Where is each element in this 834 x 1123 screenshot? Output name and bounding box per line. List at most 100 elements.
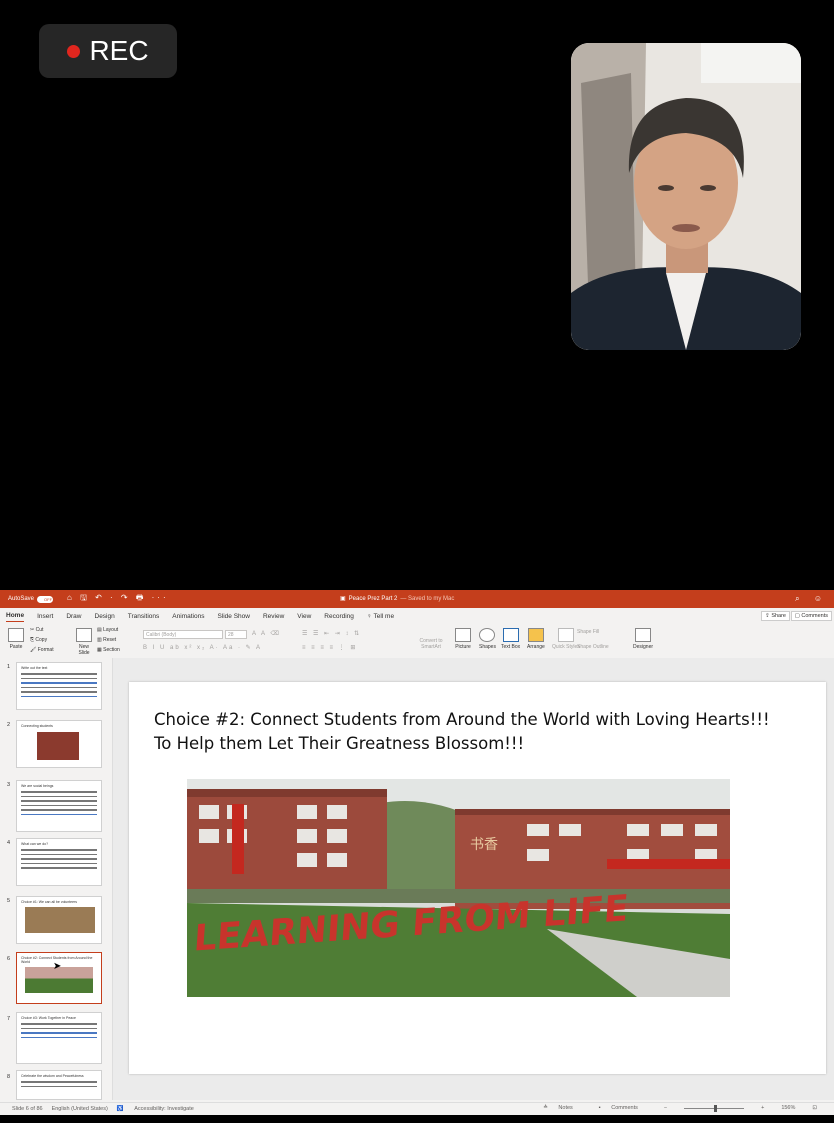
ribbon-tabs: Home Insert Draw Design Transitions Anim… <box>0 608 834 624</box>
section-button[interactable]: ▦ Section <box>97 647 120 653</box>
slide-thumbnail-5[interactable]: Choice #1: We can all be volunteers <box>16 896 102 944</box>
notes-button[interactable]: ≙ Notes <box>543 1105 582 1111</box>
designer-button[interactable]: Designer <box>633 628 653 650</box>
text-formatting-icons[interactable]: B I U ab x² x₂ A· Aa · ✎ A <box>143 644 262 651</box>
font-size-select[interactable]: 28 <box>225 630 247 639</box>
slide-count: Slide 6 of 86 <box>12 1106 43 1112</box>
brush-icon: 🖌 <box>30 647 38 653</box>
participant-video[interactable] <box>571 43 801 350</box>
slide-number: 3 <box>7 782 11 788</box>
slide-thumbnails-pane[interactable]: 1 Write out the text 2 Connecting studen… <box>0 658 113 1100</box>
arrange-button[interactable]: Arrange <box>527 628 545 650</box>
thumbnail-caption: Celebrate the wisdom and Peacefulness <box>21 1074 84 1078</box>
save-status: — Saved to my Mac <box>400 595 455 602</box>
slide-thumbnail-7[interactable]: Choice #3: Work Together in Peace <box>16 1012 102 1064</box>
thumbnail-caption: Write out the text <box>21 666 48 670</box>
convert-smartart-button[interactable]: Convert to SmartArt <box>413 638 449 650</box>
slide-title-line-2[interactable]: To Help them Let Their Greatness Blossom… <box>154 734 524 753</box>
slide-number: 1 <box>7 664 11 670</box>
quick-access-toolbar[interactable]: ⌂ 🖫 ↶ · ↷ 🖶 ··· <box>67 592 169 606</box>
tab-design[interactable]: Design <box>95 611 115 622</box>
tab-draw[interactable]: Draw <box>66 611 81 622</box>
slide-thumbnail-3[interactable]: We are social beings <box>16 780 102 832</box>
autosave-toggle[interactable]: AutoSave OFF <box>8 595 54 603</box>
autosave-label: AutoSave <box>8 596 35 602</box>
quick-styles-button[interactable]: Quick Styles <box>552 628 580 650</box>
slide-thumbnail-2[interactable]: Connecting students <box>16 720 102 768</box>
tab-transitions[interactable]: Transitions <box>128 611 160 622</box>
slide-thumbnail-6[interactable]: Choice #2: Connect Students from Around … <box>16 952 102 1004</box>
font-grow-icons[interactable]: A A ⌫ <box>252 630 281 637</box>
paste-label: Paste <box>9 644 23 650</box>
comments-status-button[interactable]: ▪ Comments <box>599 1105 647 1111</box>
list-formatting-icons[interactable]: ☰ ☰ ⇤ ⇥ ↕ ⇅ <box>302 630 361 637</box>
tab-review[interactable]: Review <box>263 611 284 622</box>
slide-number: 7 <box>7 1016 11 1022</box>
recording-label: REC <box>89 35 149 66</box>
alignment-icons[interactable]: ≡ ≡ ≡ ≡ ⋮ ⊞ <box>302 644 357 651</box>
slide-thumbnail-4[interactable]: What can we do? <box>16 838 102 886</box>
paste-button[interactable]: Paste <box>8 628 24 650</box>
tab-insert[interactable]: Insert <box>37 611 53 622</box>
format-painter-button[interactable]: 🖌 Format <box>30 647 54 653</box>
new-slide-label: New Slide <box>78 644 90 656</box>
thumbnail-caption: What can we do? <box>21 842 49 846</box>
picture-button[interactable]: Picture <box>455 628 471 650</box>
tell-me-search[interactable]: ♀ Tell me <box>367 611 394 622</box>
shape-fill-button[interactable]: Shape Fill <box>577 629 599 635</box>
tab-animations[interactable]: Animations <box>172 611 204 622</box>
reset-button[interactable]: ▥ Reset <box>97 637 116 643</box>
shapes-button[interactable]: Shapes <box>479 628 496 650</box>
zoom-level[interactable]: 156% <box>781 1105 795 1111</box>
recording-indicator: REC <box>39 24 177 78</box>
slide-number: 2 <box>7 722 11 728</box>
thumbnail-photo <box>25 907 95 933</box>
comments-button[interactable]: ▢ Comments <box>790 611 832 621</box>
cut-button[interactable]: ✂ Cut <box>30 627 43 633</box>
layout-button[interactable]: ▤ Layout <box>97 627 118 633</box>
current-slide[interactable]: Choice #2: Connect Students from Around … <box>129 682 826 1074</box>
tab-recording[interactable]: Recording <box>324 611 354 622</box>
shapes-icon <box>479 628 496 642</box>
shapes-label: Shapes <box>479 644 496 650</box>
zoom-out-icon[interactable]: − <box>664 1105 667 1111</box>
record-dot-icon <box>67 44 81 58</box>
copy-button[interactable]: ⎘ Copy <box>30 637 47 643</box>
tab-home[interactable]: Home <box>6 610 25 622</box>
font-name-select[interactable]: Calibri (Body) <box>143 630 223 639</box>
new-slide-button[interactable]: New Slide <box>74 628 94 656</box>
tab-slide-show[interactable]: Slide Show <box>217 611 250 622</box>
designer-label: Designer <box>633 644 654 650</box>
language-indicator[interactable]: English (United States) <box>52 1106 108 1112</box>
slide-thumbnail-1[interactable]: Write out the text <box>16 662 102 710</box>
share-button[interactable]: ⇪ Share <box>761 611 790 621</box>
zoom-slider[interactable] <box>684 1104 745 1112</box>
autosave-switch[interactable]: OFF <box>37 595 54 603</box>
accessibility-icon: ♿ <box>116 1106 126 1112</box>
text-box-button[interactable]: Text Box <box>501 628 520 650</box>
slide-number: 5 <box>7 898 11 904</box>
comments-label: Comments <box>801 613 828 619</box>
cut-label: Cut <box>35 627 44 633</box>
slide-title-line-1[interactable]: Choice #2: Connect Students from Around … <box>154 710 770 729</box>
slide-thumbnail-8[interactable]: Celebrate the wisdom and Peacefulness <box>16 1070 102 1100</box>
search-icon[interactable]: ⌕ ☺ <box>795 594 828 604</box>
accessibility-checker[interactable]: ♿ Accessibility: Investigate <box>117 1106 203 1112</box>
zoom-in-icon[interactable]: + <box>761 1105 764 1111</box>
copy-label: Copy <box>35 637 48 643</box>
powerpoint-window: AutoSave OFF ⌂ 🖫 ↶ · ↷ 🖶 ··· ▣ Peace Pre… <box>0 590 834 1115</box>
shape-outline-button[interactable]: Shape Outline <box>577 644 609 650</box>
format-label: Format <box>37 647 54 653</box>
fit-slide-icon[interactable]: ⊡ <box>812 1105 817 1111</box>
lightbulb-icon: ♀ <box>366 612 374 620</box>
thumbnail-photo <box>37 732 79 760</box>
comment-icon: ▪ <box>598 1105 603 1111</box>
comments-status-label: Comments <box>611 1105 638 1111</box>
slide-editor[interactable]: Choice #2: Connect Students from Around … <box>113 658 834 1100</box>
new-slide-icon <box>76 628 92 642</box>
text-box-icon <box>502 628 519 642</box>
participant-video-frame <box>571 43 801 350</box>
tab-view[interactable]: View <box>297 611 311 622</box>
campus-photo[interactable]: 书香 LEARNING FROM LIFE <box>187 779 730 997</box>
ribbon-home: Paste ✂ Cut ⎘ Copy 🖌 Format New Slide ▤ … <box>0 624 834 659</box>
